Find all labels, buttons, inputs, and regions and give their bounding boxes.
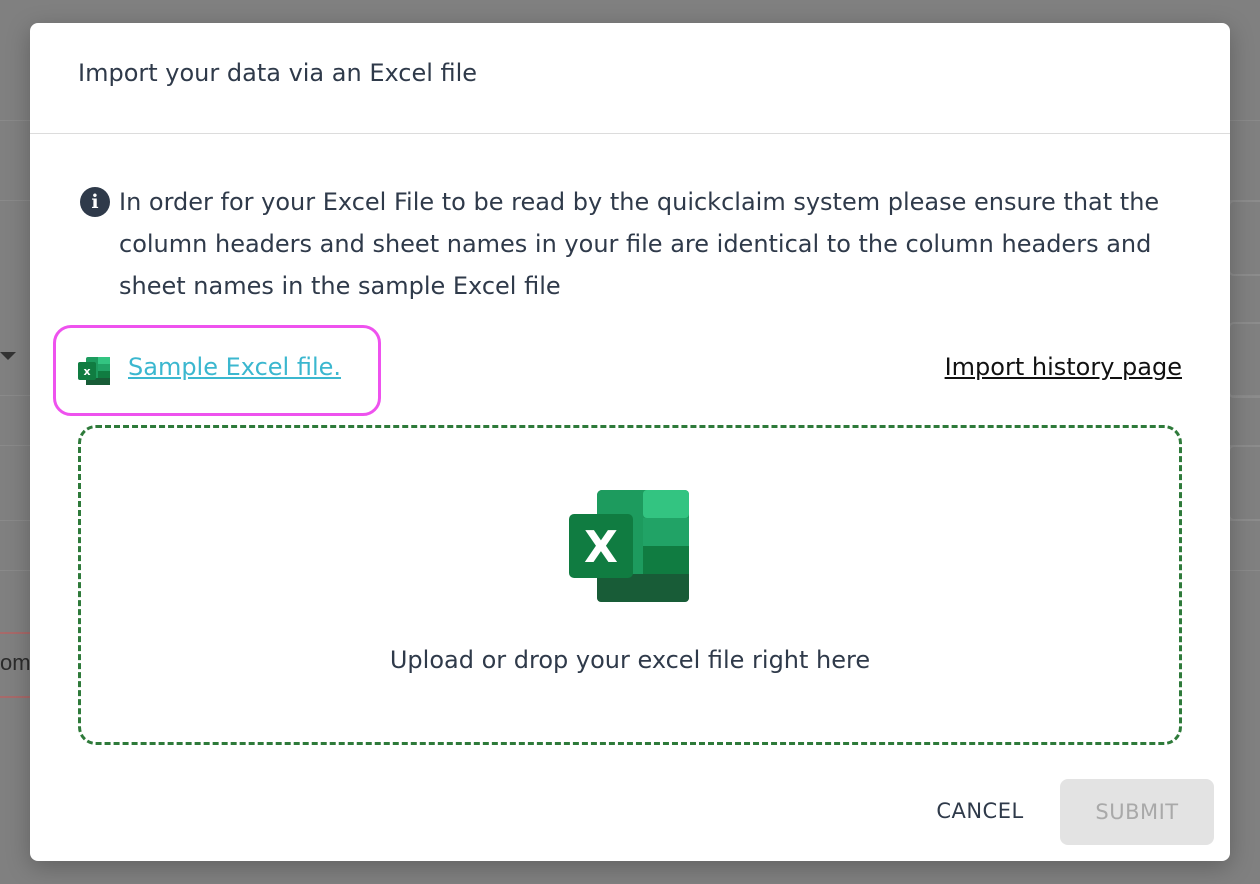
background-caret-icon	[0, 352, 16, 360]
background-field	[1228, 200, 1260, 276]
info-message: In order for your Excel File to be read …	[119, 188, 1160, 300]
sample-excel-file-link[interactable]: Sample Excel file.	[128, 353, 341, 381]
background-partial-text: om	[0, 650, 31, 675]
modal-title: Import your data via an Excel file	[78, 59, 478, 87]
svg-text:x: x	[83, 365, 90, 378]
excel-icon: x	[78, 357, 110, 385]
import-modal: Import your data via an Excel file i In …	[30, 23, 1230, 861]
background-field	[1228, 445, 1260, 521]
background-field	[1228, 322, 1260, 398]
info-icon: i	[80, 187, 110, 217]
file-dropzone[interactable]: X Upload or drop your excel file right h…	[78, 425, 1182, 745]
modal-header: Import your data via an Excel file	[30, 23, 1230, 134]
cancel-button[interactable]: CANCEL	[918, 779, 1042, 843]
submit-button[interactable]: SUBMIT	[1060, 779, 1214, 845]
import-history-link[interactable]: Import history page	[945, 353, 1182, 381]
dropzone-text: Upload or drop your excel file right her…	[389, 646, 871, 674]
svg-text:X: X	[584, 522, 618, 573]
excel-icon: X	[569, 490, 689, 602]
